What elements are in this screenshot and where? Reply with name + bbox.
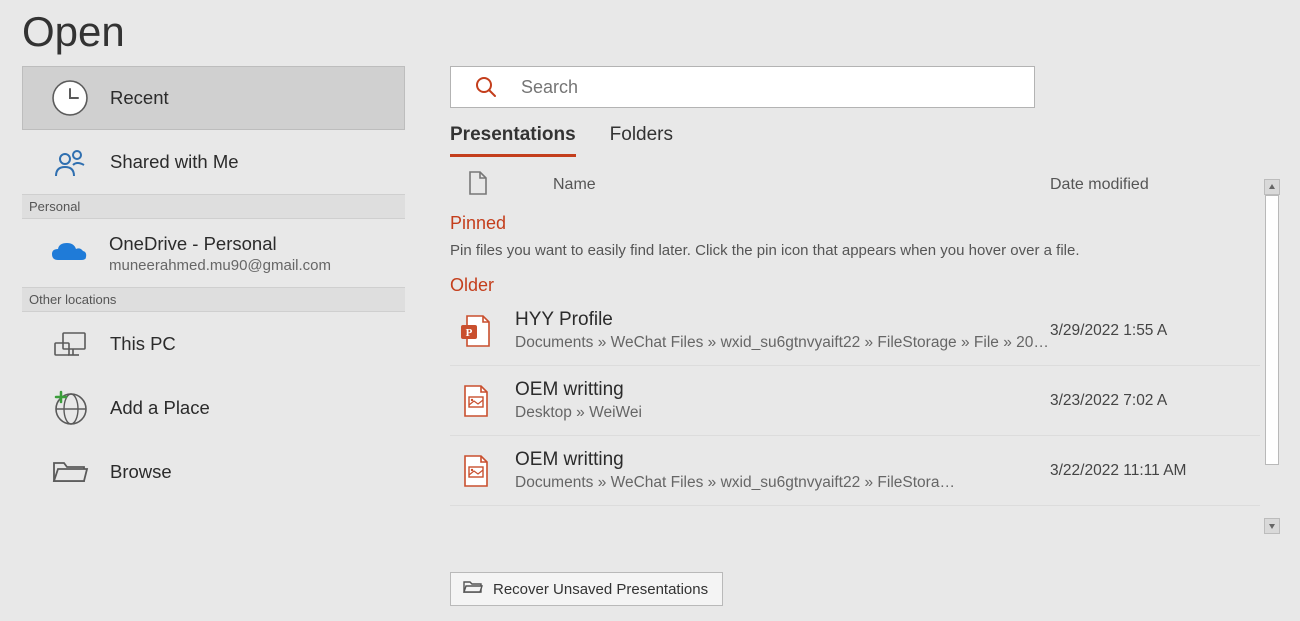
search-box[interactable]	[450, 66, 1035, 108]
file-name: OEM writting	[515, 449, 1050, 471]
sidebar-item-recent[interactable]: Recent	[22, 66, 405, 130]
sidebar-label-browse: Browse	[110, 461, 172, 483]
main-panel: Presentations Folders Name Date modified…	[405, 66, 1300, 612]
file-path: Documents » WeChat Files » wxid_su6gtnvy…	[515, 474, 1050, 492]
svg-text:P: P	[466, 327, 473, 339]
file-date: 3/22/2022 11:11 AM	[1050, 462, 1260, 480]
add-place-icon	[50, 389, 90, 427]
header-name[interactable]: Name	[553, 176, 1050, 194]
scrollbar[interactable]	[1264, 179, 1280, 534]
sidebar-section-personal: Personal	[22, 194, 405, 219]
header-date[interactable]: Date modified	[1050, 176, 1260, 194]
search-icon	[451, 75, 521, 99]
sidebar-section-other: Other locations	[22, 287, 405, 312]
recover-unsaved-button[interactable]: Recover Unsaved Presentations	[450, 572, 723, 606]
pinned-hint: Pin files you want to easily find later.…	[450, 242, 1260, 259]
tab-folders[interactable]: Folders	[610, 124, 673, 157]
sidebar-item-this-pc[interactable]: This PC	[22, 312, 405, 376]
sidebar-item-add-place[interactable]: Add a Place	[22, 376, 405, 440]
powerpoint-file-icon: P	[450, 313, 500, 349]
file-list: Name Date modified Pinned Pin files you …	[450, 169, 1260, 539]
file-path: Desktop » WeiWei	[515, 404, 1050, 422]
group-older: Older	[450, 275, 1260, 296]
group-pinned: Pinned	[450, 213, 1260, 234]
file-name: HYY Profile	[515, 309, 1050, 331]
tabs: Presentations Folders	[450, 124, 1280, 157]
scroll-track[interactable]	[1264, 195, 1280, 518]
file-row[interactable]: OEM writting Desktop » WeiWei3/23/2022 7:…	[450, 366, 1260, 436]
file-name: OEM writting	[515, 379, 1050, 401]
page-title: Open	[0, 0, 1300, 56]
sidebar-label-this-pc: This PC	[110, 333, 176, 355]
onedrive-icon	[49, 240, 89, 266]
sidebar-label-shared: Shared with Me	[110, 151, 239, 173]
folder-open-icon	[50, 457, 90, 487]
sidebar-item-onedrive[interactable]: OneDrive - Personal muneerahmed.mu90@gma…	[22, 219, 405, 287]
powerpoint-file-icon	[450, 383, 500, 419]
people-icon	[50, 143, 90, 181]
file-path: Documents » WeChat Files » wxid_su6gtnvy…	[515, 334, 1050, 352]
scroll-thumb[interactable]	[1265, 195, 1279, 465]
search-input[interactable]	[521, 67, 1034, 107]
onedrive-title: OneDrive - Personal	[109, 233, 331, 255]
document-icon	[468, 170, 488, 201]
clock-icon	[50, 79, 90, 117]
sidebar-item-browse[interactable]: Browse	[22, 440, 405, 504]
sidebar: Recent Shared with Me Personal OneDrive …	[0, 66, 405, 612]
file-date: 3/23/2022 7:02 A	[1050, 392, 1260, 410]
sidebar-item-shared[interactable]: Shared with Me	[22, 130, 405, 194]
recover-button-label: Recover Unsaved Presentations	[493, 581, 708, 598]
tab-presentations[interactable]: Presentations	[450, 124, 576, 157]
sidebar-label-recent: Recent	[110, 87, 169, 109]
scroll-down-button[interactable]	[1264, 518, 1280, 534]
scroll-up-button[interactable]	[1264, 179, 1280, 195]
powerpoint-file-icon	[450, 453, 500, 489]
this-pc-icon	[50, 325, 90, 363]
list-header[interactable]: Name Date modified	[450, 169, 1260, 201]
folder-open-icon	[463, 579, 483, 599]
onedrive-email: muneerahmed.mu90@gmail.com	[109, 257, 331, 274]
sidebar-label-add-place: Add a Place	[110, 397, 210, 419]
file-date: 3/29/2022 1:55 A	[1050, 322, 1260, 340]
file-row[interactable]: P HYY Profile Documents » WeChat Files » w…	[450, 296, 1260, 366]
file-row[interactable]: OEM writting Documents » WeChat Files » w…	[450, 436, 1260, 506]
